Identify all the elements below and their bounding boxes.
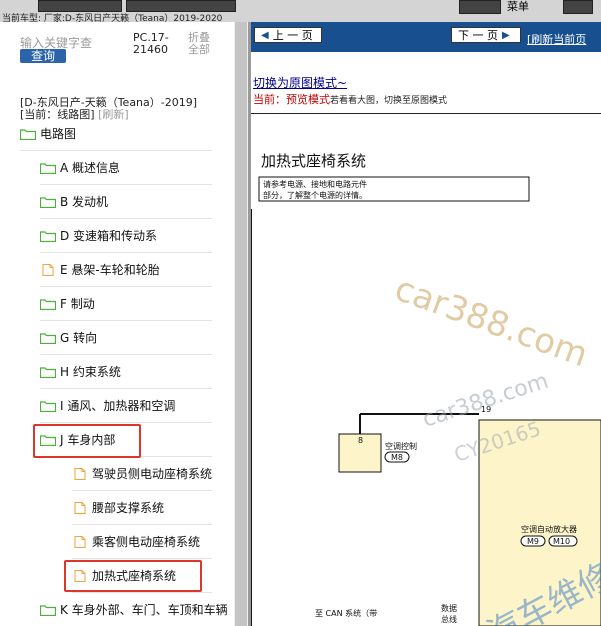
sidebar-scrollbar[interactable] — [234, 22, 248, 626]
folder-icon — [40, 332, 56, 344]
page-nav-bar: ◀ 上 一 页 下 一 页 ▶ [刷新当前页 — [251, 22, 601, 52]
switch-original-mode-link[interactable]: 切换为原图模式~ — [253, 74, 347, 91]
toolbar-button[interactable] — [459, 0, 501, 14]
refresh-current-page-link[interactable]: [刷新当前页 — [527, 31, 586, 47]
status-mode: 预览模式 — [286, 93, 330, 106]
tree-item-label: 乘客侧电动座椅系统 — [92, 535, 201, 549]
tree-item-label: H 约束系统 — [60, 365, 121, 379]
folder-icon — [40, 298, 56, 310]
file-icon — [74, 467, 86, 480]
status-prefix: 当前： — [253, 93, 286, 106]
tree-item-label: G 转向 — [60, 331, 98, 345]
sidebar: 输入关键字查 查询 PC.17-21460 折叠全部 [D-东风日产-天籁（Te… — [0, 22, 234, 626]
folder-icon — [40, 604, 56, 616]
tree-item[interactable]: A 概述信息 — [40, 151, 212, 185]
file-icon — [74, 501, 86, 514]
connector-m8: M8 — [391, 453, 403, 462]
status-tip: 若看看大图，切换至原图模式 — [330, 96, 448, 106]
mode-status: 当前：预览模式若看看大图，切换至原图模式 — [253, 91, 447, 107]
file-icon — [42, 263, 54, 276]
tree-item[interactable]: H 约束系统 — [40, 355, 212, 389]
highlight-box-j — [33, 424, 141, 458]
watermark-1: car388.com — [390, 269, 593, 376]
ac-amp-label: 空调自动放大器 — [521, 524, 577, 534]
menu-button[interactable]: 菜单 — [507, 0, 529, 14]
arrow-left-icon: ◀ — [261, 29, 269, 41]
note-line-2: 部分，了解整个电源的详情。 — [263, 190, 367, 200]
tree-item[interactable]: K 车身外部、车门、车顶和车辆 — [40, 593, 234, 626]
folder-icon — [40, 366, 56, 378]
tree-item-label: 电路图 — [40, 127, 77, 141]
next-page-label: 下 一 页 — [458, 29, 498, 42]
tree-item[interactable]: 电路图 — [20, 117, 212, 151]
tree-item-label: D 变速箱和传动系 — [60, 229, 158, 243]
pc-code: PC.17-21460 — [133, 31, 169, 56]
folder-icon — [40, 196, 56, 208]
prev-page-button[interactable]: ◀ 上 一 页 — [254, 27, 322, 43]
tree-item[interactable]: 乘客侧电动座椅系统 — [72, 525, 212, 559]
ac-control-label: 空调控制 — [385, 441, 417, 451]
folder-open-icon — [20, 128, 36, 140]
tree-item[interactable]: 腰部支撑系统 — [72, 491, 212, 525]
tree-item[interactable]: I 通风、加热器和空调 — [40, 389, 212, 423]
pin-8: 8 — [358, 436, 363, 445]
tree-item-label: B 发动机 — [60, 195, 109, 209]
top-bar: 当前车型: 厂家:D-东风日产天籁（Teana）2019-2020 菜单 — [0, 0, 601, 22]
file-icon — [74, 535, 86, 548]
diagram-title: 加热式座椅系统 — [261, 152, 366, 170]
next-page-button[interactable]: 下 一 页 ▶ — [451, 27, 521, 43]
content-pane: ◀ 上 一 页 下 一 页 ▶ [刷新当前页 切换为原图模式~ 当前：预览模式若… — [251, 22, 601, 626]
folder-icon — [40, 230, 56, 242]
query-button[interactable]: 查询 — [20, 49, 66, 63]
bus-label: 总线 — [441, 614, 457, 624]
tree-item[interactable]: E 悬架-车轮和轮胎 — [40, 253, 212, 287]
wiring-diagram[interactable]: 加热式座椅系统 请参考电源、接地和电路元件 部分，了解整个电源的详情。 8 19… — [251, 114, 601, 626]
connector-m10: M10 — [553, 537, 570, 546]
collapse-all-button[interactable]: 折叠全部 — [188, 32, 218, 56]
note-line-1: 请参考电源、接地和电路元件 — [263, 179, 367, 189]
arrow-right-icon: ▶ — [502, 29, 510, 41]
tree-item-label: E 悬架-车轮和轮胎 — [60, 263, 160, 277]
tree-item-label: F 制动 — [60, 297, 95, 311]
tree-item-label: 腰部支撑系统 — [92, 501, 165, 515]
prev-page-label: 上 一 页 — [272, 29, 313, 42]
tree-item[interactable]: F 制动 — [40, 287, 212, 321]
current-car-label: 当前车型: 厂家:D-东风日产天籁（Teana）2019-2020 — [2, 14, 223, 22]
tree-item-label: K 车身外部、车门、车顶和车辆 — [60, 603, 228, 617]
tree-item[interactable]: G 转向 — [40, 321, 212, 355]
connector-m9: M9 — [527, 537, 539, 546]
tree-item[interactable]: 驾驶员侧电动座椅系统 — [72, 457, 212, 491]
tree-item-label: I 通风、加热器和空调 — [60, 399, 176, 413]
can-system-label: 至 CAN 系统（带 — [315, 608, 377, 618]
toolbar-button[interactable] — [563, 0, 593, 14]
tree-item[interactable]: D 变速箱和传动系 — [40, 219, 212, 253]
highlight-box-heated-seat — [64, 560, 202, 592]
tree-item-label: A 概述信息 — [60, 161, 121, 175]
folder-icon — [40, 400, 56, 412]
scrollbar-thumb[interactable] — [235, 22, 247, 626]
folder-icon — [40, 162, 56, 174]
tree-item-label: 驾驶员侧电动座椅系统 — [92, 467, 212, 481]
tree-item[interactable]: B 发动机 — [40, 185, 212, 219]
data-label: 数据 — [441, 603, 457, 613]
